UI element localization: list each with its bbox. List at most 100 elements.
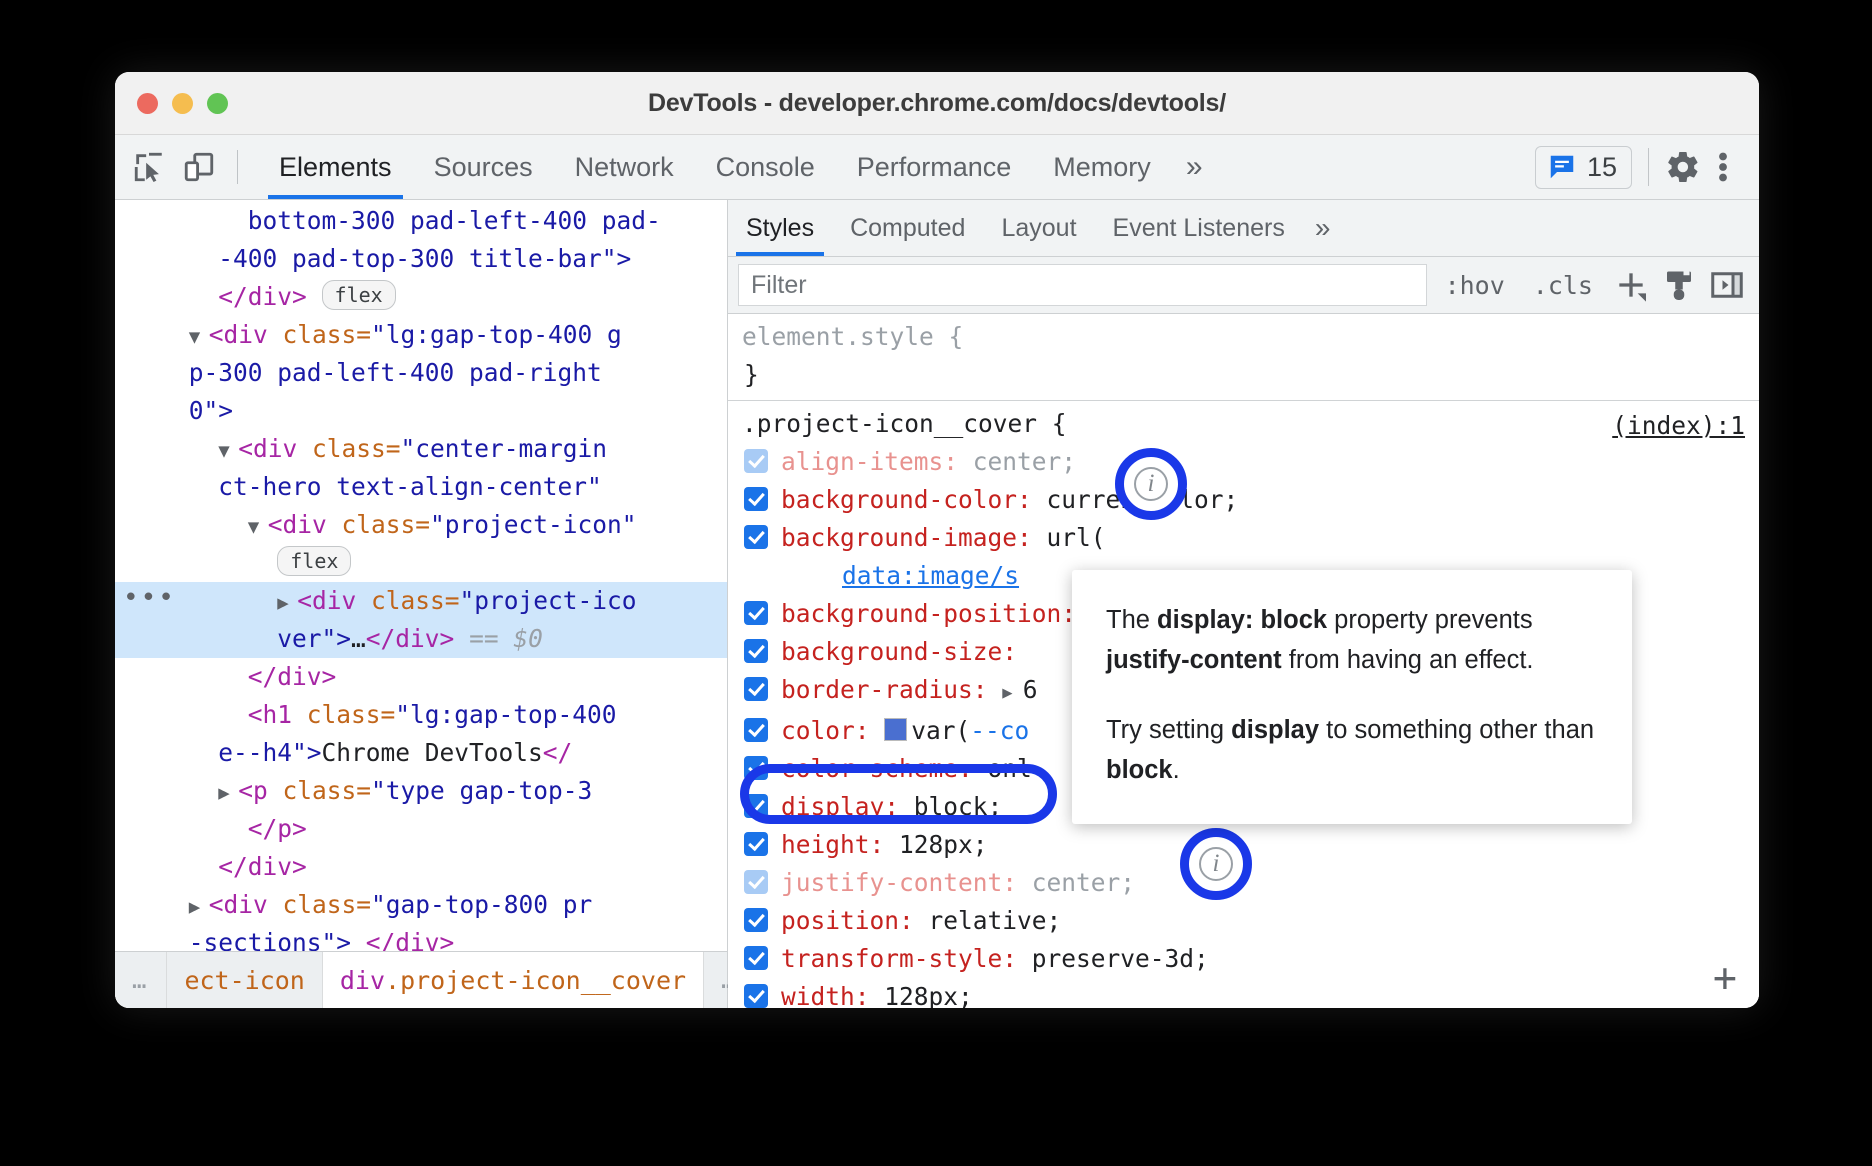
declaration-property-value[interactable]: block; (914, 792, 1003, 821)
expand-triangle-down-icon[interactable]: ▼ (189, 318, 209, 356)
declaration-property-value[interactable]: relative; (929, 906, 1062, 935)
dom-node-row[interactable]: ▼<div class="project-icon" (115, 506, 727, 544)
css-declaration-row[interactable]: width: 128px; (742, 978, 1759, 1008)
declaration-property-value[interactable]: 128px; (884, 982, 973, 1008)
dom-node-row[interactable]: p-300 pad-left-400 pad-right (115, 354, 727, 392)
breadcrumb-item[interactable]: ect-icon (167, 952, 322, 1008)
declaration-enable-checkbox[interactable] (744, 946, 768, 970)
shorthand-expand-icon[interactable]: ▶ (1002, 674, 1022, 712)
node-more-options-icon[interactable]: ••• (123, 579, 176, 617)
toggle-sidebar-icon[interactable] (1707, 265, 1747, 305)
declaration-enable-checkbox[interactable] (744, 718, 768, 742)
dom-node-row[interactable]: -sections"> </div> (115, 924, 727, 951)
expand-triangle-right-icon[interactable]: ▶ (218, 774, 238, 812)
paintbrush-icon[interactable] (1659, 265, 1699, 305)
dom-node-row[interactable]: ••• ▶<div class="project-ico (115, 582, 727, 620)
declaration-enable-checkbox[interactable] (744, 870, 768, 894)
expand-triangle-right-icon[interactable]: ▶ (189, 888, 209, 926)
tab-network[interactable]: Network (554, 135, 695, 199)
declaration-enable-checkbox[interactable] (744, 525, 768, 549)
data-url-link[interactable]: data:image/s (842, 561, 1019, 590)
dom-node-row[interactable]: ▶<div class="gap-top-800 pr (115, 886, 727, 924)
hov-toggle-button[interactable]: :hov (1435, 271, 1515, 300)
tab-computed[interactable]: Computed (832, 200, 983, 256)
declaration-property-name[interactable]: color-scheme: (781, 754, 988, 783)
tab-styles[interactable]: Styles (728, 200, 832, 256)
cls-toggle-button[interactable]: .cls (1523, 271, 1603, 300)
styles-filter-input[interactable] (738, 264, 1427, 306)
declaration-enable-checkbox[interactable] (744, 794, 768, 818)
tab-sources[interactable]: Sources (413, 135, 554, 199)
declaration-enable-checkbox[interactable] (744, 601, 768, 625)
breadcrumb-item[interactable]: … (115, 952, 167, 1008)
declaration-enable-checkbox[interactable] (744, 908, 768, 932)
dom-node-row[interactable]: <h1 class="lg:gap-top-400 (115, 696, 727, 734)
breadcrumb-item[interactable]: div.project-icon__cover (323, 952, 704, 1008)
dom-node-row[interactable]: ▼<div class="center-margin (115, 430, 727, 468)
declaration-property-name[interactable]: position: (781, 906, 929, 935)
dom-node-row[interactable]: </div> (115, 848, 727, 886)
inspect-cursor-icon[interactable] (131, 149, 167, 185)
expand-triangle-down-icon[interactable]: ▼ (218, 432, 238, 470)
declaration-enable-checkbox[interactable] (744, 487, 768, 511)
declaration-property-name[interactable]: border-radius: (781, 675, 1002, 704)
more-styles-tabs-chevron-icon[interactable]: » (1303, 200, 1343, 256)
declaration-property-name[interactable]: display: (781, 792, 914, 821)
declaration-property-name[interactable]: width: (781, 982, 884, 1008)
dom-node-row[interactable]: -400 pad-top-300 title-bar"> (115, 240, 727, 278)
declaration-enable-checkbox[interactable] (744, 449, 768, 473)
css-declaration-row[interactable]: align-items: center; (742, 443, 1759, 481)
css-rule-selector[interactable]: .project-icon__cover { (742, 405, 1759, 443)
dom-tree[interactable]: bottom-300 pad-left-400 pad- -400 pad-to… (115, 200, 727, 951)
declaration-property-value[interactable]: center; (1032, 868, 1135, 897)
css-declaration-row[interactable]: background-image: url( (742, 519, 1759, 557)
declaration-property-value[interactable]: 128px; (899, 830, 988, 859)
declaration-enable-checkbox[interactable] (744, 639, 768, 663)
css-declaration-row[interactable]: background-color: currentColor; (742, 481, 1759, 519)
gear-icon[interactable] (1665, 149, 1701, 185)
tab-layout[interactable]: Layout (983, 200, 1094, 256)
css-declaration-row[interactable]: transform-style: preserve-3d; (742, 940, 1759, 978)
align-items-info-icon[interactable]: i (1134, 467, 1168, 501)
declaration-enable-checkbox[interactable] (744, 984, 768, 1008)
declaration-property-name[interactable]: height: (781, 830, 899, 859)
message-count-badge[interactable]: 15 (1535, 146, 1632, 189)
declaration-property-name[interactable]: background-color: (781, 485, 1047, 514)
expand-triangle-down-icon[interactable]: ▼ (248, 508, 268, 546)
declaration-property-name[interactable]: transform-style: (781, 944, 1032, 973)
dom-node-row[interactable]: e--h4">Chrome DevTools</ (115, 734, 727, 772)
dom-node-row[interactable]: bottom-300 pad-left-400 pad- (115, 202, 727, 240)
tab-performance[interactable]: Performance (836, 135, 1033, 199)
declaration-property-value[interactable]: center; (973, 447, 1076, 476)
declaration-property-name[interactable]: background-position: (781, 599, 1091, 628)
dom-node-row[interactable]: 0"> (115, 392, 727, 430)
declaration-property-name[interactable]: background-image: (781, 523, 1047, 552)
color-swatch[interactable] (884, 718, 907, 741)
add-new-rule-button[interactable]: + (1713, 958, 1737, 998)
dom-node-row[interactable]: </p> (115, 810, 727, 848)
flex-badge[interactable]: flex (277, 546, 351, 576)
declaration-property-value[interactable]: ▶ 6 (1002, 675, 1037, 704)
declaration-property-value[interactable]: onl (988, 754, 1032, 783)
kebab-menu-icon[interactable] (1705, 149, 1741, 185)
flex-badge[interactable]: flex (322, 280, 396, 310)
dom-node-row[interactable]: ▼<div class="lg:gap-top-400 g (115, 316, 727, 354)
declaration-property-value[interactable]: url( (1047, 523, 1106, 552)
tab-event-listeners[interactable]: Event Listeners (1095, 200, 1303, 256)
dom-node-row[interactable]: </div> (115, 658, 727, 696)
css-rule-source-link[interactable]: (index):1 (1612, 407, 1745, 445)
plus-with-dropdown-icon[interactable] (1611, 265, 1651, 305)
expand-triangle-right-icon[interactable]: ▶ (277, 584, 297, 622)
dom-node-row[interactable]: ver">…</div> == $0 (115, 620, 727, 658)
declaration-property-name[interactable]: color: (781, 716, 884, 745)
more-panels-chevron-icon[interactable]: » (1172, 135, 1217, 199)
css-declaration-row[interactable]: position: relative; (742, 902, 1759, 940)
declaration-property-value[interactable]: var(--co (884, 716, 1029, 745)
dom-node-row[interactable]: </div> flex (115, 278, 727, 316)
declaration-enable-checkbox[interactable] (744, 832, 768, 856)
tab-elements[interactable]: Elements (258, 135, 413, 199)
css-rule-selector[interactable]: element.style { (742, 318, 1759, 356)
declaration-property-value[interactable]: preserve-3d; (1032, 944, 1209, 973)
declaration-enable-checkbox[interactable] (744, 677, 768, 701)
dom-node-row[interactable]: flex (115, 544, 727, 582)
